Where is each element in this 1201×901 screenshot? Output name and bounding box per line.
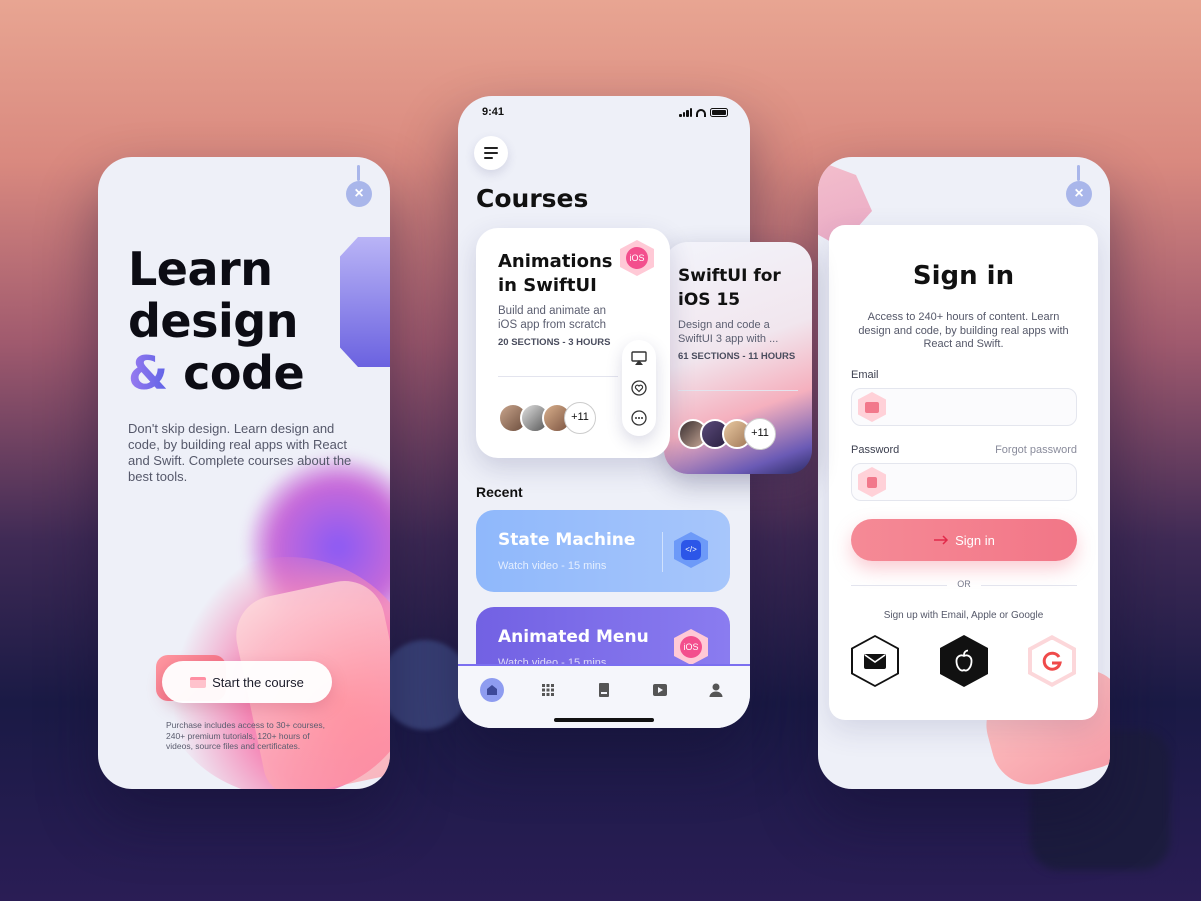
page-title: Courses	[476, 184, 589, 213]
course-title: Animations in SwiftUI	[498, 251, 613, 296]
course-description: Build and animate an iOS app from scratc…	[498, 305, 607, 331]
hero-description: Don't skip design. Learn design and code…	[128, 421, 352, 484]
recent-title: State Machine	[498, 530, 636, 550]
or-divider: OR	[851, 579, 1077, 591]
code-icon: </>	[674, 532, 708, 568]
signin-description: Access to 240+ hours of content. Learn d…	[858, 311, 1069, 350]
mail-icon	[858, 392, 886, 422]
signup-alt-text: Sign up with Email, Apple or Google	[883, 610, 1044, 621]
purchase-fine-print: Purchase includes access to 30+ courses,…	[166, 720, 325, 751]
apple-icon	[955, 649, 973, 672]
divider	[662, 532, 663, 572]
recent-title: Animated Menu	[498, 627, 649, 647]
course-meta: 20 SECTIONS - 3 HOURS	[498, 337, 611, 348]
mail-icon	[864, 653, 886, 669]
decorative-sphere	[380, 640, 470, 730]
lock-icon	[858, 467, 886, 497]
apple-signup-button[interactable]	[940, 635, 988, 687]
more-icon[interactable]	[631, 410, 647, 426]
forgot-password-link[interactable]: Forgot password	[995, 444, 1077, 456]
play-icon	[653, 684, 667, 696]
close-stem	[1077, 165, 1080, 181]
quick-actions	[622, 340, 656, 436]
password-field[interactable]	[851, 463, 1077, 501]
signal-icon	[679, 108, 692, 117]
airplay-icon[interactable]	[631, 350, 647, 366]
email-signup-button[interactable]	[851, 635, 899, 687]
recent-subtitle: Watch video - 15 mins	[498, 560, 607, 572]
onboarding-screen: × Learn design & code Don't skip design.…	[98, 157, 390, 789]
book-icon	[599, 683, 609, 697]
tab-book[interactable]	[592, 678, 616, 702]
signin-screen: × Sign in Access to 240+ hours of conten…	[818, 157, 1110, 789]
more-count: +11	[744, 418, 776, 450]
section-title: Recent	[476, 484, 523, 500]
course-title: SwiftUI for iOS 15	[678, 266, 781, 310]
tab-play[interactable]	[648, 678, 672, 702]
tab-grid[interactable]	[536, 678, 560, 702]
signin-card: Sign in Access to 240+ hours of content.…	[829, 225, 1098, 720]
status-icons	[679, 108, 728, 117]
course-meta: 61 SECTIONS - 11 HOURS	[678, 351, 796, 362]
home-icon	[487, 685, 497, 695]
course-card-swiftui[interactable]: SwiftUI for iOS 15 Design and code a Swi…	[664, 242, 812, 474]
tab-user[interactable]	[704, 678, 728, 702]
email-label: Email	[851, 369, 879, 381]
recent-item-state-machine[interactable]: State Machine Watch video - 15 mins </>	[476, 510, 730, 592]
battery-icon	[710, 108, 728, 117]
credit-card-icon	[190, 676, 207, 688]
google-signup-button[interactable]	[1028, 635, 1076, 687]
close-stem	[357, 165, 360, 181]
heart-icon[interactable]	[631, 380, 647, 396]
close-icon: ×	[354, 185, 364, 202]
signin-title: Sign in	[912, 261, 1015, 291]
tab-bar	[458, 664, 750, 728]
avatar-group: +11	[678, 418, 776, 450]
google-icon	[1042, 651, 1062, 671]
avatar-group: +11	[498, 402, 596, 434]
signin-button[interactable]: Sign in	[851, 519, 1077, 561]
start-course-button[interactable]: Start the course	[162, 661, 332, 703]
grid-icon	[542, 684, 554, 696]
ios-badge-icon: iOS	[674, 629, 708, 665]
close-button[interactable]: ×	[1066, 181, 1092, 207]
email-field[interactable]	[851, 388, 1077, 426]
close-button[interactable]: ×	[346, 181, 372, 207]
more-count: +11	[564, 402, 596, 434]
status-time: 9:41	[482, 106, 505, 118]
divider	[498, 376, 618, 377]
user-icon	[709, 683, 723, 697]
course-description: Design and code a SwiftUI 3 app with ...	[678, 319, 779, 345]
menu-button[interactable]	[474, 136, 508, 170]
decorative-shape	[340, 237, 390, 367]
close-icon: ×	[1074, 185, 1084, 202]
tab-home[interactable]	[480, 678, 504, 702]
hero-title: Learn design & code	[128, 242, 305, 400]
wifi-icon	[696, 109, 706, 117]
home-indicator	[554, 718, 654, 722]
password-label: Password	[851, 444, 900, 456]
arrow-right-icon	[934, 535, 949, 545]
hamburger-icon	[484, 147, 498, 149]
divider	[678, 390, 798, 391]
